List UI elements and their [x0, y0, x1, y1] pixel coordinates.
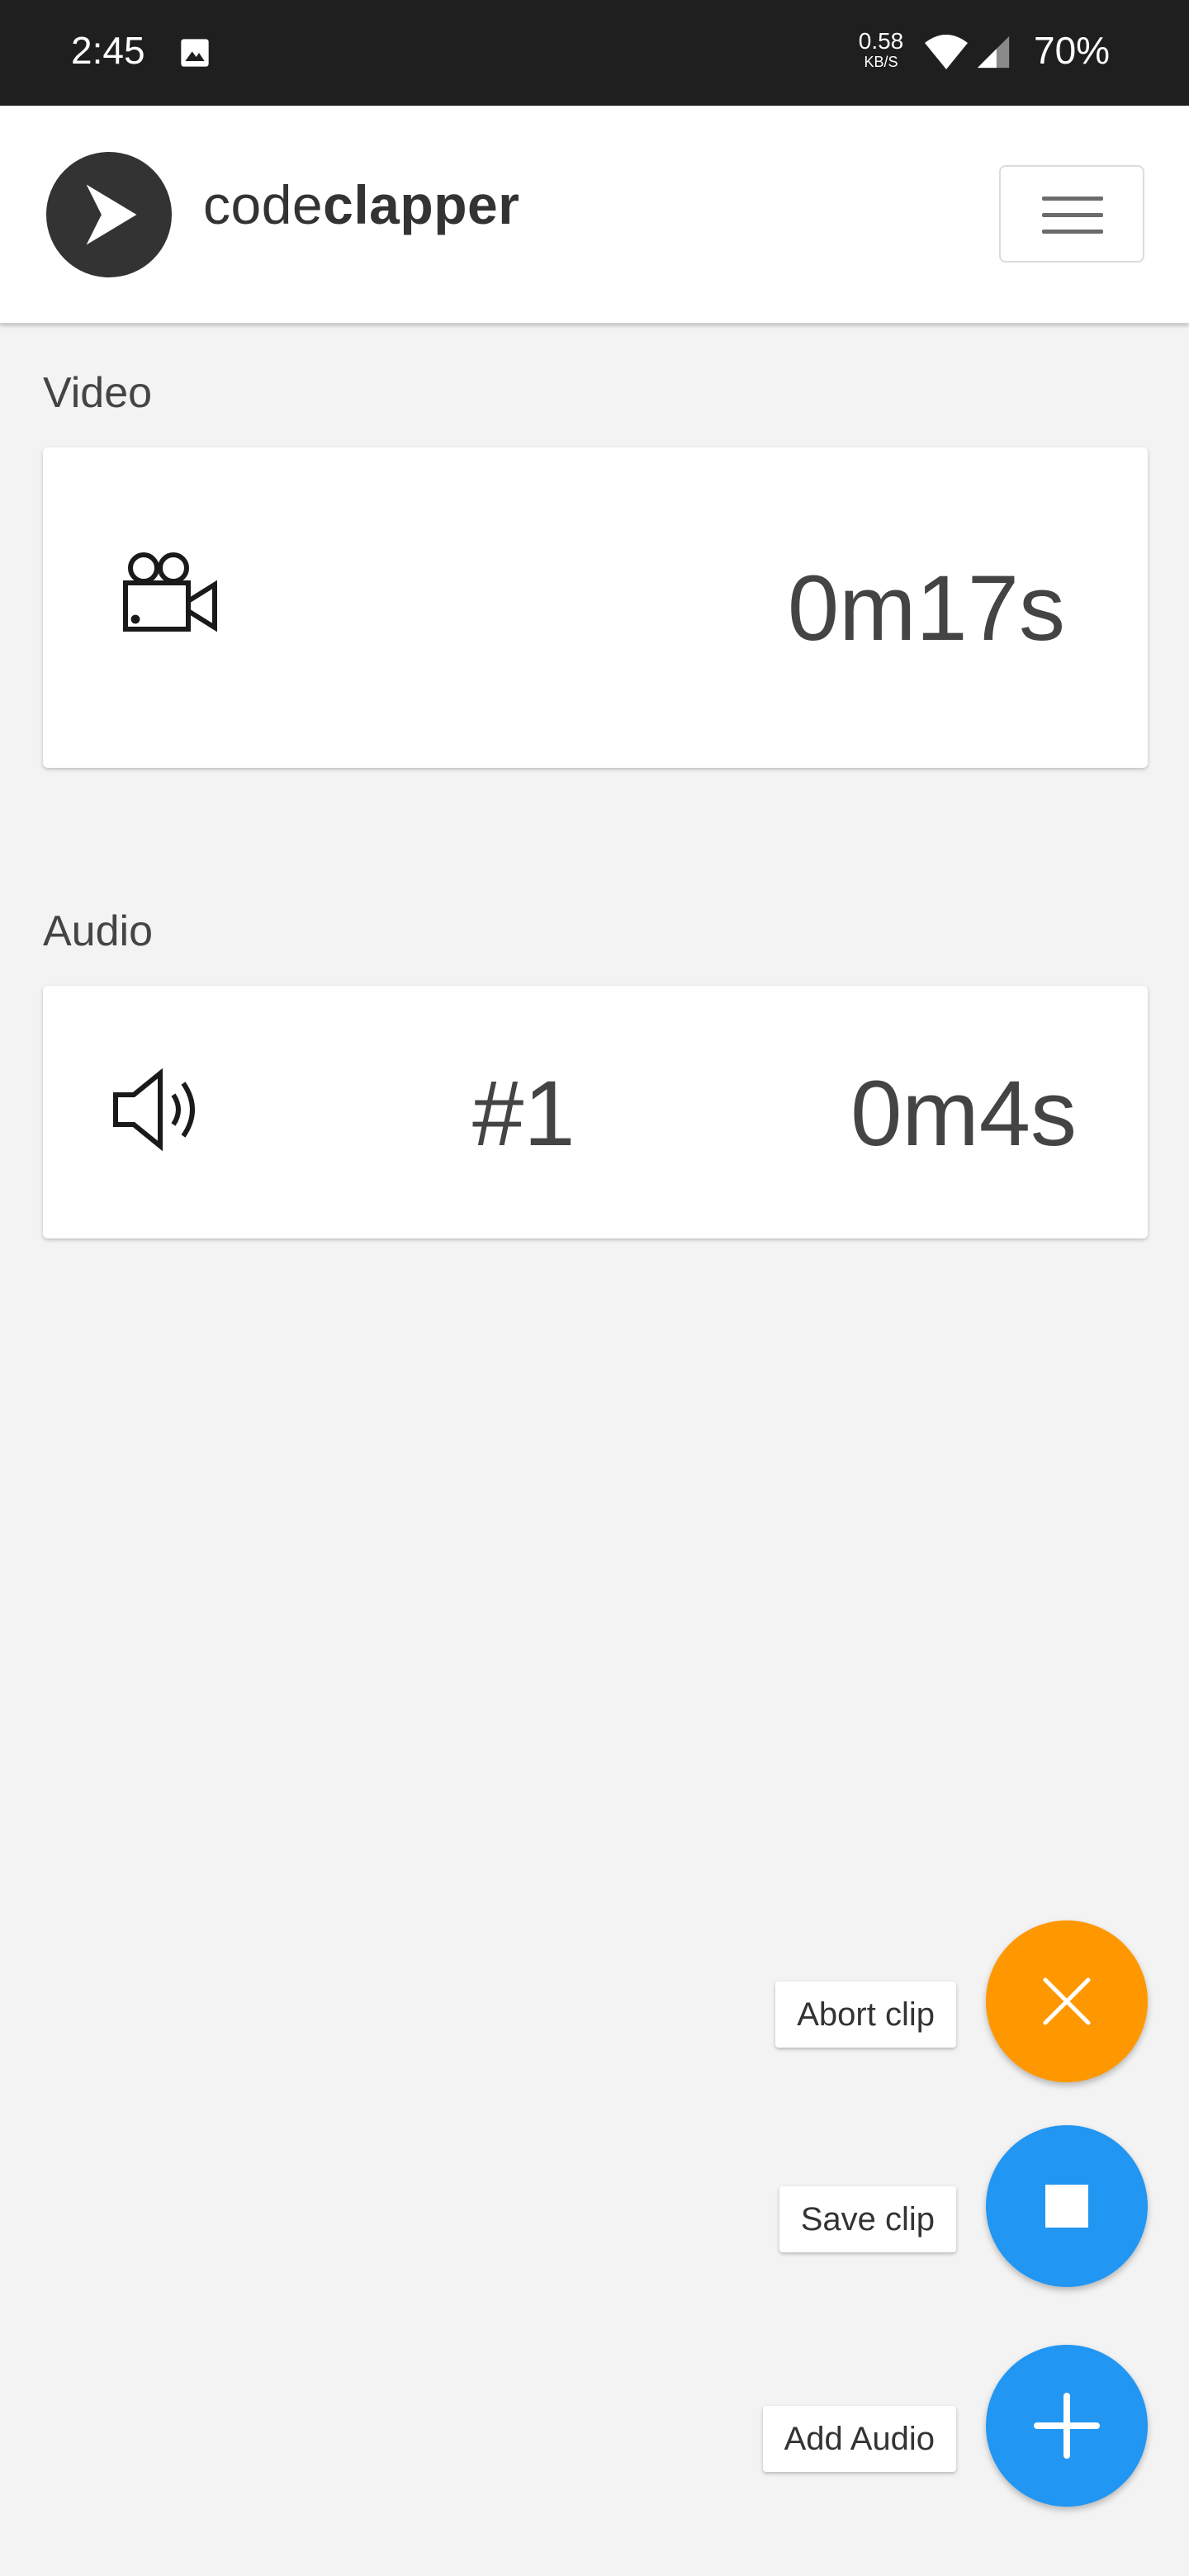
stop-icon	[1045, 2185, 1088, 2228]
abort-clip-button[interactable]	[986, 1920, 1148, 2082]
network-speed: 0.58 KB/S	[855, 28, 907, 70]
gallery-icon	[181, 39, 209, 67]
speaker-icon	[113, 1068, 195, 1151]
wifi-icon	[925, 35, 968, 69]
status-bar: 2:45 0.58 KB/S 70%	[0, 0, 1189, 106]
save-clip-label[interactable]: Save clip	[779, 2186, 956, 2252]
hamburger-menu-icon	[1042, 213, 1103, 217]
video-card[interactable]: 0m17s	[43, 447, 1148, 768]
abort-clip-label[interactable]: Abort clip	[775, 1982, 956, 2048]
hamburger-menu-icon	[1042, 197, 1103, 201]
hamburger-menu-icon	[1042, 230, 1103, 234]
brand-name[interactable]: codeclapper	[203, 173, 519, 236]
status-time: 2:45	[71, 29, 145, 72]
close-icon	[1043, 1977, 1091, 2025]
add-audio-label[interactable]: Add Audio	[762, 2406, 956, 2472]
battery-level: 70%	[1034, 29, 1111, 72]
network-rate: 0.58	[858, 28, 904, 54]
video-duration: 0m17s	[787, 556, 1065, 660]
brand-name-bold: clapper	[323, 174, 520, 235]
save-clip-button[interactable]	[986, 2125, 1148, 2287]
plus-icon	[1034, 2393, 1100, 2459]
app-header: codeclapper	[0, 106, 1189, 324]
play-logo-icon[interactable]	[46, 152, 172, 277]
audio-duration: 0m4s	[850, 1062, 1077, 1165]
video-camera-icon	[123, 552, 217, 632]
hamburger-menu-button[interactable]	[999, 165, 1144, 263]
add-audio-button[interactable]	[986, 2345, 1148, 2507]
audio-card[interactable]: #1 0m4s	[43, 986, 1148, 1238]
signal-icon	[977, 36, 1010, 69]
network-unit: KB/S	[864, 54, 898, 70]
video-section-label: Video	[43, 369, 153, 417]
audio-section-label: Audio	[43, 907, 153, 955]
audio-track-index: #1	[472, 1062, 576, 1165]
brand-name-light: code	[203, 174, 324, 235]
